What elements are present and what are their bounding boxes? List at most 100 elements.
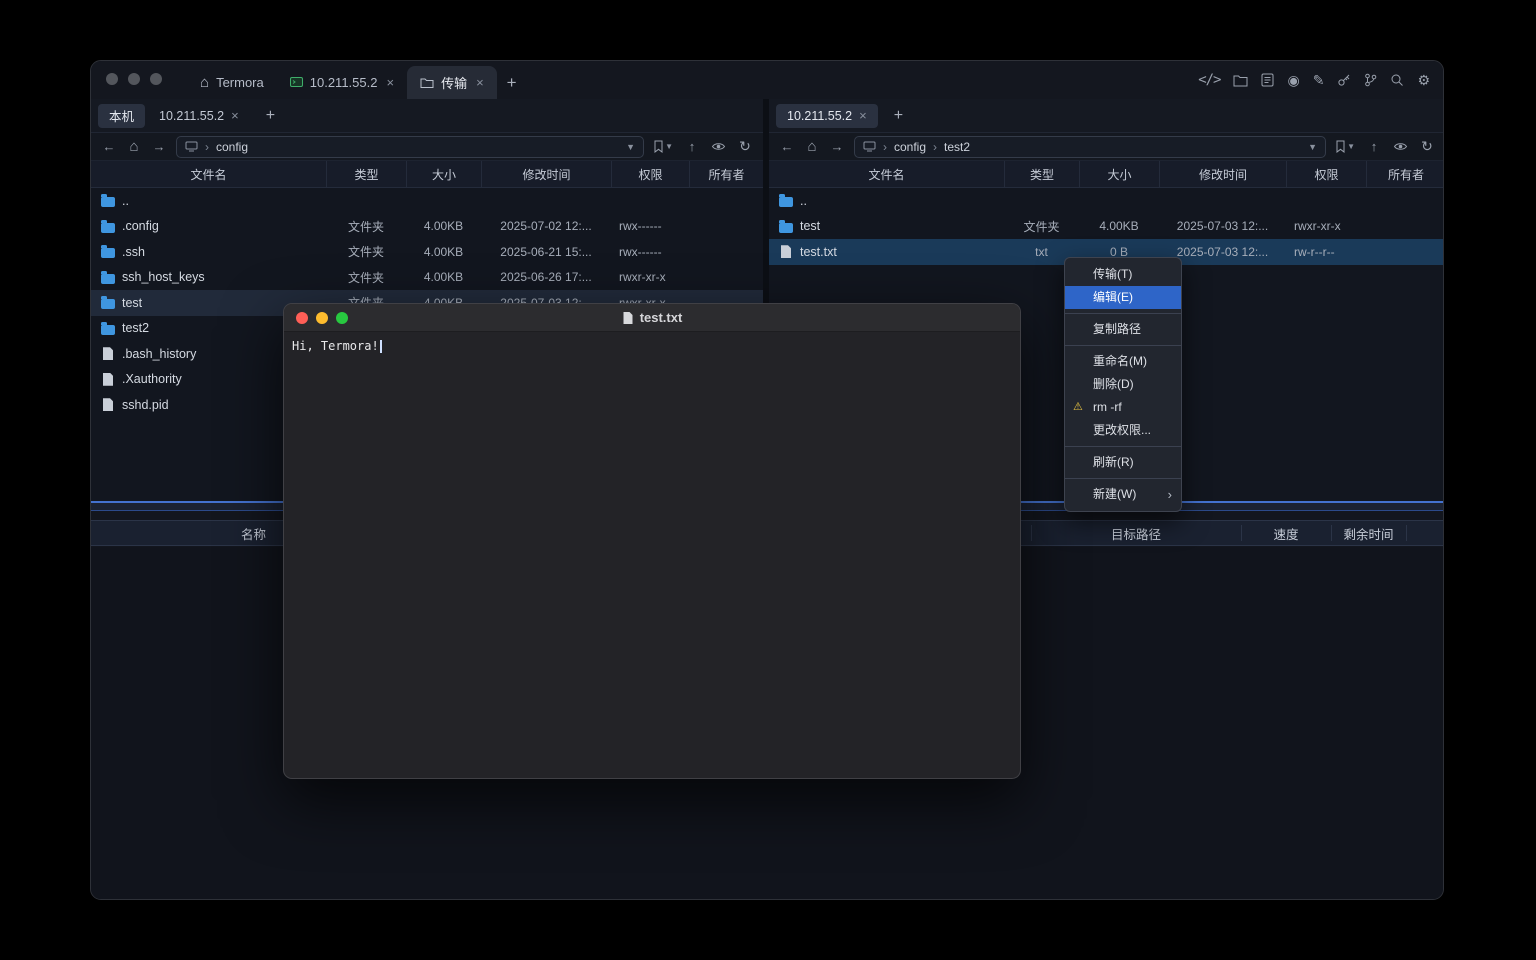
bookmark-icon[interactable]: ▼ (653, 140, 673, 153)
column-header[interactable]: 大小 (1079, 161, 1159, 187)
close-window-button[interactable] (296, 312, 308, 324)
tab-remote-host[interactable]: 10.211.55.2 × (776, 104, 878, 128)
table-row[interactable]: .config文件夹4.00KB2025-07-02 12:...rwx----… (91, 214, 763, 240)
window-controls (106, 73, 162, 85)
refresh-icon[interactable]: ↻ (737, 138, 753, 155)
folder-icon (779, 223, 793, 233)
show-hidden-files-icon[interactable] (711, 141, 726, 152)
close-icon[interactable]: × (859, 108, 867, 123)
cell-perms: rwxr-xr-x (611, 270, 689, 284)
zoom-window-button[interactable] (150, 73, 162, 85)
new-tab-button[interactable]: + (497, 66, 527, 99)
zoom-window-button[interactable] (336, 312, 348, 324)
editor-titlebar[interactable]: test.txt (284, 304, 1020, 332)
new-file-tab-button[interactable]: + (888, 107, 909, 125)
left-table-header: 文件名类型大小修改时间权限所有者 (91, 161, 763, 188)
back-icon[interactable]: ← (101, 139, 117, 154)
back-icon[interactable]: ← (779, 139, 795, 154)
breadcrumb-segment[interactable]: test2 (944, 140, 970, 154)
column-header[interactable]: 权限 (1286, 161, 1366, 187)
minimize-window-button[interactable] (128, 73, 140, 85)
column-header[interactable]: 所有者 (1366, 161, 1444, 187)
menu-item[interactable]: 编辑(E) (1065, 286, 1181, 309)
cell-size: 4.00KB (406, 270, 481, 284)
menu-item[interactable]: 重命名(M) (1065, 350, 1181, 373)
folder-icon[interactable] (1233, 74, 1248, 87)
chevron-down-icon: ▼ (665, 142, 673, 151)
menu-item[interactable]: 复制路径 (1065, 318, 1181, 341)
edit-icon[interactable]: ✎ (1313, 73, 1325, 87)
editor-window: test.txt Hi, Termora! (283, 303, 1021, 779)
menu-item[interactable]: 新建(W)› (1065, 483, 1181, 506)
menu-item-label: 重命名(M) (1093, 354, 1147, 368)
minimize-window-button[interactable] (316, 312, 328, 324)
table-row[interactable]: .. (769, 188, 1444, 214)
column-header[interactable]: 修改时间 (481, 161, 611, 187)
bookmark-icon[interactable]: ▼ (1335, 140, 1355, 153)
cell-filename: ssh_host_keys (91, 270, 326, 284)
column-header[interactable]: 类型 (1004, 161, 1079, 187)
editor-text: Hi, Termora! (292, 339, 379, 353)
tab-remote-host[interactable]: 10.211.55.2 × (148, 104, 250, 128)
search-icon[interactable] (1390, 73, 1404, 87)
editor-content[interactable]: Hi, Termora! (284, 332, 1020, 360)
column-header[interactable]: 修改时间 (1159, 161, 1286, 187)
settings-icon[interactable]: ⚙ (1417, 73, 1430, 87)
chevron-down-icon[interactable]: ▼ (626, 142, 635, 152)
menu-item[interactable]: 刷新(R) (1065, 451, 1181, 474)
close-icon[interactable]: × (476, 75, 484, 90)
record-icon[interactable]: ◉ (1287, 73, 1299, 87)
forward-icon[interactable]: → (829, 139, 845, 154)
forward-icon[interactable]: → (151, 139, 167, 154)
close-window-button[interactable] (106, 73, 118, 85)
refresh-icon[interactable]: ↻ (1419, 138, 1435, 155)
cell-perms: rwx------ (611, 245, 689, 259)
menu-item-label: rm -rf (1093, 400, 1122, 414)
transfer-column-speed[interactable]: 速度 (1241, 521, 1331, 545)
breadcrumb[interactable]: › config ▼ (176, 136, 644, 158)
folder-icon (779, 197, 793, 207)
show-hidden-files-icon[interactable] (1393, 141, 1408, 152)
home-icon[interactable]: ⌂ (804, 138, 820, 155)
code-icon[interactable]: </> (1198, 73, 1220, 87)
column-header[interactable]: 文件名 (769, 161, 1004, 187)
tab-home[interactable]: ⌂ Termora (187, 66, 277, 99)
cell-perms: rwx------ (611, 219, 689, 233)
column-header[interactable]: 大小 (406, 161, 481, 187)
table-row[interactable]: ssh_host_keys文件夹4.00KB2025-06-26 17:...r… (91, 265, 763, 291)
close-icon[interactable]: × (231, 108, 239, 123)
cell-modified: 2025-07-03 12:... (1159, 219, 1286, 233)
transfer-column-remaining-time[interactable]: 剩余时间 (1331, 521, 1406, 545)
transfer-column-target-path[interactable]: 目标路径 (1031, 521, 1241, 545)
table-row[interactable]: .ssh文件夹4.00KB2025-06-21 15:...rwx------ (91, 239, 763, 265)
tab-local[interactable]: 本机 (98, 104, 145, 128)
folder-icon (101, 223, 115, 233)
file-icon (103, 373, 113, 386)
branch-icon[interactable] (1364, 73, 1377, 87)
breadcrumb-segment[interactable]: config (216, 140, 248, 154)
log-icon[interactable] (1261, 73, 1274, 87)
tab-transfer[interactable]: 传输 × (407, 66, 497, 99)
tab-host-session[interactable]: 10.211.55.2 × (277, 66, 407, 99)
column-header[interactable]: 类型 (326, 161, 406, 187)
breadcrumb-segment[interactable]: config (894, 140, 926, 154)
close-icon[interactable]: × (386, 75, 394, 90)
table-row[interactable]: test文件夹4.00KB2025-07-03 12:...rwxr-xr-x (769, 214, 1444, 240)
menu-item[interactable]: 传输(T) (1065, 263, 1181, 286)
column-header[interactable]: 所有者 (689, 161, 763, 187)
column-header[interactable]: 权限 (611, 161, 689, 187)
table-row[interactable]: .. (91, 188, 763, 214)
chevron-down-icon[interactable]: ▼ (1308, 142, 1317, 152)
menu-item[interactable]: 更改权限... (1065, 419, 1181, 442)
menu-item[interactable]: 删除(D) (1065, 373, 1181, 396)
parent-directory-icon[interactable]: ↑ (1366, 139, 1382, 154)
new-file-tab-button[interactable]: + (260, 107, 281, 125)
menu-item[interactable]: ⚠rm -rf (1065, 396, 1181, 419)
tab-transfer-label: 传输 (441, 73, 467, 92)
column-header[interactable]: 文件名 (91, 161, 326, 187)
home-icon[interactable]: ⌂ (126, 138, 142, 155)
text-cursor (380, 340, 382, 353)
key-icon[interactable] (1337, 73, 1351, 87)
parent-directory-icon[interactable]: ↑ (684, 139, 700, 154)
breadcrumb[interactable]: › config › test2 ▼ (854, 136, 1326, 158)
